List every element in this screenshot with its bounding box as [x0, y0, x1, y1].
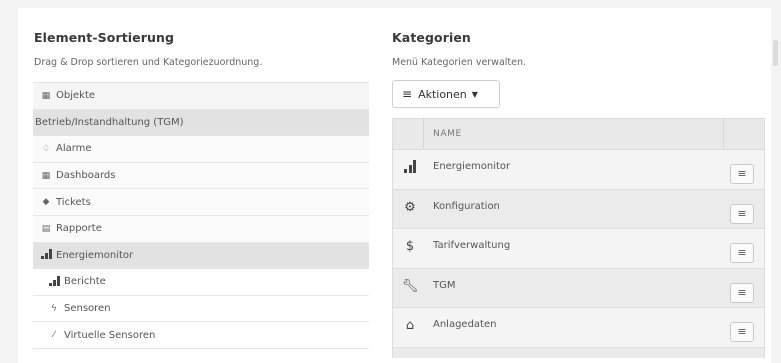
right-section-subtitle: Menü Kategorien verwalten.: [392, 57, 527, 68]
list-item-dashboards[interactable]: ▦ Dashboards: [33, 162, 369, 190]
list-item-alarme[interactable]: ♢ Alarme: [33, 136, 369, 163]
list-item-label: Virtuelle Sensoren: [64, 329, 156, 341]
document-icon: ▤: [41, 223, 51, 234]
list-item-label: Sensoren: [64, 303, 111, 315]
table-row[interactable]: $ Tarifverwaltung ≡: [393, 229, 764, 269]
list-item-rapporte[interactable]: ▤ Rapporte: [33, 215, 369, 243]
gears-icon: ⚙: [404, 199, 416, 215]
ticket-icon: ◆: [42, 197, 50, 208]
hamburger-icon: ≡: [737, 206, 747, 220]
row-name: Energiemonitor: [433, 161, 511, 172]
row-menu-button[interactable]: ≡: [730, 282, 754, 303]
table-header: NAME: [393, 119, 764, 150]
list-item-label: Objekte: [56, 90, 96, 102]
list-item-berichte[interactable]: Berichte: [33, 269, 369, 296]
list-item-label: Alarme: [56, 143, 92, 155]
row-menu-button[interactable]: ≡: [730, 164, 754, 184]
row-menu-button[interactable]: ≡: [730, 322, 754, 343]
wand-icon: ⁄: [53, 330, 55, 341]
bell-icon: ♢: [41, 143, 51, 154]
column-divider: [423, 119, 424, 149]
hamburger-icon: ≡: [737, 246, 747, 260]
list-item-label: Dashboards: [56, 170, 116, 182]
list-item-label: Energiemonitor: [56, 249, 134, 261]
dollar-icon: $: [405, 239, 415, 255]
hamburger-icon: ≡: [737, 325, 747, 339]
list-item-label: Tickets: [56, 196, 91, 208]
list-item-tickets[interactable]: ◆ Tickets: [33, 189, 369, 216]
list-item-label: Berichte: [64, 276, 106, 288]
element-sort-list: ▦ Objekte Betrieb/Instandhaltung (TGM) ♢…: [33, 82, 369, 349]
list-item-energiemonitor[interactable]: Energiemonitor: [33, 242, 369, 270]
row-menu-button[interactable]: ≡: [730, 243, 754, 264]
hamburger-icon: ≡: [737, 167, 747, 180]
right-section-title: Kategorien: [392, 30, 471, 45]
scrollbar-thumb[interactable]: [773, 40, 778, 66]
row-name: Konfiguration: [433, 200, 500, 212]
actions-label: Aktionen: [418, 87, 467, 101]
categories-table: NAME Energiemonitor ≡ ⚙ Konfiguration ≡ …: [392, 118, 765, 358]
bolt-icon: ϟ: [51, 303, 57, 314]
table-row[interactable]: ⚙ Konfiguration ≡: [393, 189, 764, 230]
house-icon: ⌂: [405, 318, 415, 334]
list-item-virtuelle-sensoren[interactable]: ⁄ Virtuelle Sensoren: [33, 322, 369, 349]
table-row-partial: [393, 347, 764, 358]
signal-icon: [41, 248, 52, 262]
row-name: TGM: [433, 279, 456, 291]
wrench-icon: 🔧︎: [401, 278, 419, 294]
hamburger-icon: ≡: [737, 285, 747, 299]
list-item-label: Betrieb/Instandhaltung (TGM): [35, 116, 184, 128]
table-row[interactable]: 🔧︎ TGM ≡: [393, 268, 764, 309]
list-item-sensoren[interactable]: ϟ Sensoren: [33, 295, 369, 323]
list-item-betrieb[interactable]: Betrieb/Instandhaltung (TGM): [33, 109, 369, 137]
column-header-name[interactable]: NAME: [433, 129, 462, 139]
building-icon: ▦: [41, 90, 51, 101]
row-name: Tarifverwaltung: [433, 240, 511, 252]
hamburger-icon: ≡: [402, 87, 413, 101]
left-section-subtitle: Drag & Drop sortieren und Kategoriezuord…: [34, 57, 263, 68]
signal-icon: [49, 275, 60, 289]
table-row[interactable]: ⌂ Anlagedaten ≡: [393, 308, 764, 348]
dashboard-icon: ▦: [41, 170, 51, 181]
row-menu-button[interactable]: ≡: [730, 203, 754, 224]
column-divider: [723, 119, 724, 149]
caret-down-icon: ▼: [471, 89, 478, 99]
list-item-label: Rapporte: [56, 223, 102, 235]
row-name: Anlagedaten: [433, 319, 497, 331]
list-item-objekte[interactable]: ▦ Objekte: [33, 83, 369, 110]
table-row[interactable]: Energiemonitor ≡: [393, 150, 764, 190]
left-section-title: Element-Sortierung: [34, 30, 175, 45]
actions-dropdown-button[interactable]: ≡ Aktionen ▼: [392, 80, 500, 108]
signal-icon: [401, 160, 419, 177]
